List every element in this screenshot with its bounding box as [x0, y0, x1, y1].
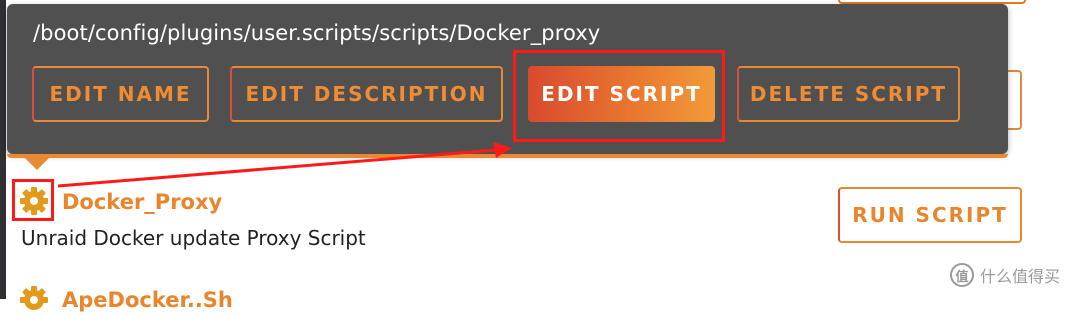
watermark-logo-icon: 值 [950, 263, 974, 287]
script-description: Unraid Docker update Proxy Script [21, 226, 366, 250]
run-script-button[interactable]: RUN SCRIPT [838, 187, 1022, 243]
highlight-box-edit-script [513, 50, 725, 142]
edit-name-button[interactable]: EDIT NAME [32, 66, 209, 122]
script-context-popup: /boot/config/plugins/user.scripts/script… [7, 4, 1008, 170]
next-script-name[interactable]: ApeDocker..Sh [62, 288, 233, 312]
highlight-box-gear [12, 179, 54, 221]
script-name[interactable]: Docker_Proxy [62, 190, 222, 214]
watermark-text: 什么值得买 [980, 267, 1061, 286]
edit-description-button[interactable]: EDIT DESCRIPTION [230, 66, 503, 122]
popup-pointer [25, 158, 49, 170]
gear-icon[interactable] [19, 285, 49, 315]
watermark: 值 什么值得买 [950, 263, 1060, 287]
delete-script-button[interactable]: DELETE SCRIPT [737, 66, 960, 122]
script-path: /boot/config/plugins/user.scripts/script… [33, 21, 601, 45]
popup-accent-line [7, 154, 1008, 158]
